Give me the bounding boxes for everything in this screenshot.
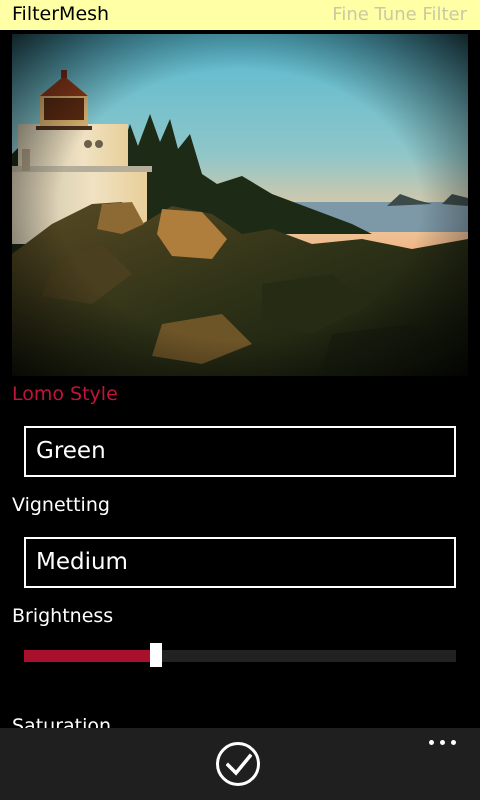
page-title: Fine Tune Filter — [332, 4, 467, 25]
ellipsis-dot — [451, 740, 456, 745]
brightness-slider-thumb[interactable] — [150, 643, 162, 667]
brightness-label: Brightness — [12, 605, 114, 627]
vignetting-label: Vignetting — [12, 494, 110, 516]
filtered-photo-preview — [12, 34, 468, 376]
lomo-style-value: Green — [36, 438, 106, 464]
ellipsis-dot — [440, 740, 445, 745]
vignetting-select[interactable]: Medium — [24, 537, 456, 588]
vignetting-value: Medium — [36, 549, 128, 575]
app-title: FilterMesh — [12, 3, 110, 25]
brightness-slider[interactable] — [24, 641, 456, 669]
check-circle-icon[interactable] — [216, 742, 260, 786]
brightness-slider-fill — [24, 650, 156, 662]
lomo-style-select[interactable]: Green — [24, 426, 456, 477]
lomo-style-label: Lomo Style — [12, 383, 118, 405]
ellipsis-icon[interactable] — [428, 738, 458, 748]
title-bar: FilterMesh Fine Tune Filter — [0, 0, 480, 30]
application-bar — [0, 728, 480, 800]
ellipsis-dot — [429, 740, 434, 745]
